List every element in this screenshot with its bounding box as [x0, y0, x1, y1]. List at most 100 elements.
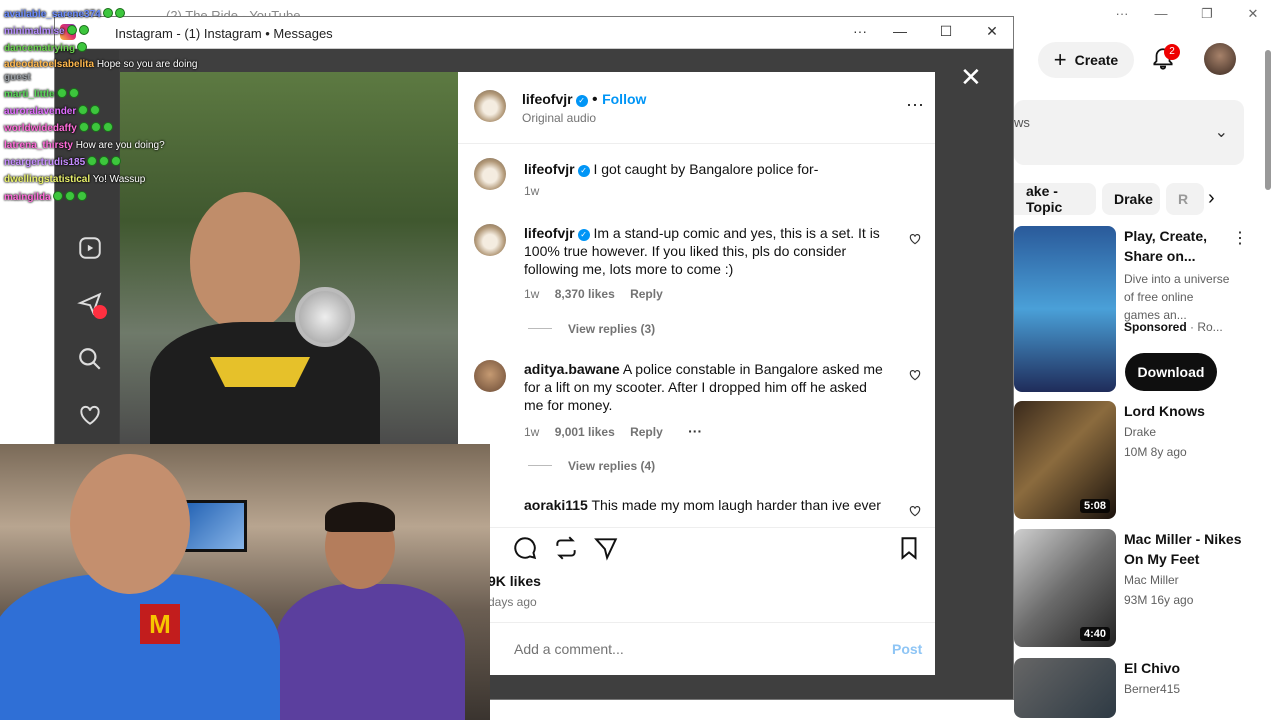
chat-username: dancematrying: [4, 43, 76, 54]
comment-username[interactable]: aoraki115: [524, 497, 588, 513]
video-item[interactable]: El Chivo Berner415: [1014, 658, 1264, 718]
ad-sponsored-label: Sponsored: [1124, 320, 1187, 334]
author-username[interactable]: lifeofvjr: [522, 91, 573, 107]
filter-dropdown-text: ws: [1014, 115, 1030, 130]
author-avatar[interactable]: [474, 90, 506, 122]
chip-more[interactable]: R: [1166, 183, 1204, 215]
caption-username[interactable]: lifeofvjr: [524, 161, 575, 177]
chat-username: auroralavender: [4, 106, 77, 117]
youtube-scrollbar[interactable]: [1264, 50, 1272, 690]
share-icon[interactable]: [593, 535, 619, 561]
reel-video[interactable]: [120, 72, 458, 445]
post-comment-button[interactable]: Post: [892, 641, 922, 657]
close-icon[interactable]: ✕: [1238, 6, 1268, 22]
comment-likes[interactable]: 8,370 likes: [555, 287, 615, 301]
create-button[interactable]: + Create: [1038, 42, 1134, 78]
close-modal-icon[interactable]: ✕: [960, 62, 982, 93]
comment-like-icon[interactable]: [908, 232, 922, 246]
add-comment-input[interactable]: Add a comment...: [514, 641, 624, 657]
video-thumbnail[interactable]: 4:40: [1014, 529, 1116, 647]
emote-icon: [114, 8, 125, 18]
repost-icon[interactable]: [553, 535, 579, 561]
chip-topic[interactable]: ake - Topic: [1014, 183, 1096, 215]
restore-icon[interactable]: ❐: [1192, 6, 1222, 22]
mcdonalds-logo-icon: M: [140, 604, 180, 644]
chat-message: minimalmise: [4, 25, 89, 37]
video-channel[interactable]: Berner415: [1124, 680, 1180, 698]
more-icon[interactable]: ···: [1107, 6, 1137, 21]
video-item[interactable]: 5:08 Lord Knows Drake 10M 8y ago: [1014, 401, 1264, 521]
emote-icon: [68, 88, 79, 98]
follow-button[interactable]: Follow: [602, 91, 646, 107]
chat-username: latrena_thirsty: [4, 140, 73, 151]
caption-avatar[interactable]: [474, 158, 506, 190]
notifications-heart-icon[interactable]: [77, 402, 103, 428]
chat-username: marti_little: [4, 89, 55, 100]
scrollbar-thumb[interactable]: [1265, 50, 1271, 190]
video-duration: 4:40: [1079, 627, 1110, 641]
reply-button[interactable]: Reply: [630, 425, 663, 439]
chat-message: marti_little: [4, 88, 79, 100]
save-icon[interactable]: [896, 535, 922, 561]
view-replies-button[interactable]: View replies (3): [528, 322, 655, 336]
chat-username: guest: [4, 72, 31, 83]
comment: aditya.bawane A police constable in Bang…: [524, 360, 884, 414]
filter-dropdown[interactable]: ws ⌄: [1014, 100, 1244, 165]
more-vert-icon[interactable]: ⋮: [1232, 228, 1248, 248]
chip-drake[interactable]: Drake: [1102, 183, 1160, 215]
video-thumbnail[interactable]: 5:08: [1014, 401, 1116, 519]
emote-icon: [87, 156, 98, 166]
ad-advertiser: Ro...: [1197, 320, 1223, 334]
comment-avatar[interactable]: [474, 224, 506, 256]
instagram-scrollbar[interactable]: [997, 53, 1011, 693]
video-item[interactable]: 4:40 Mac Miller - Nikes On My Feet Mac M…: [1014, 529, 1264, 649]
chat-message: dancematrying: [4, 42, 88, 54]
reply-button[interactable]: Reply: [630, 287, 663, 301]
view-replies-button[interactable]: View replies (4): [528, 459, 655, 473]
chat-message: auroralavender: [4, 105, 101, 117]
chat-text: Yo! Wassup: [92, 174, 146, 185]
comment-avatar[interactable]: [474, 360, 506, 392]
close-icon[interactable]: ✕: [977, 23, 1007, 40]
video-title[interactable]: Mac Miller - Nikes On My Feet: [1124, 529, 1254, 569]
comment: lifeofvjr ✓ Im a stand-up comic and yes, …: [524, 224, 884, 278]
account-avatar[interactable]: [1204, 43, 1236, 75]
reels-icon[interactable]: [77, 235, 103, 261]
audio-label[interactable]: Original audio: [522, 111, 596, 125]
comment-like-icon[interactable]: [908, 504, 922, 518]
video-thumbnail[interactable]: [1014, 658, 1116, 718]
comment-options-icon[interactable]: ···: [688, 423, 702, 439]
emote-icon: [76, 191, 87, 201]
comment-username[interactable]: aditya.bawane: [524, 361, 620, 377]
more-icon[interactable]: ···: [845, 23, 875, 39]
messages-badge: [93, 305, 107, 319]
maximize-icon[interactable]: ☐: [931, 23, 961, 40]
comment-likes[interactable]: 9,001 likes: [555, 425, 615, 439]
emote-icon: [102, 122, 113, 132]
ad-thumbnail[interactable]: [1014, 226, 1116, 392]
chat-text: How are you doing?: [75, 140, 165, 151]
chat-message: guest: [4, 72, 31, 83]
video-channel[interactable]: Drake: [1124, 423, 1156, 441]
ad-title: Play, Create, Share on...: [1124, 228, 1208, 264]
likes-count[interactable]: 9K likes: [488, 573, 541, 589]
minimize-icon[interactable]: —: [885, 23, 915, 39]
ad-download-button[interactable]: Download: [1125, 353, 1217, 391]
comment-icon[interactable]: [512, 535, 538, 561]
comment: aoraki115 This made my mom laugh harder …: [524, 496, 884, 516]
video-title[interactable]: Lord Knows: [1124, 401, 1234, 421]
notifications-button[interactable]: 2: [1150, 44, 1180, 72]
minimize-icon[interactable]: —: [1146, 6, 1176, 21]
comment-like-icon[interactable]: [908, 368, 922, 382]
video-stats: 10M 8y ago: [1124, 445, 1187, 459]
comment-username[interactable]: lifeofvjr: [524, 225, 575, 241]
post-options-icon[interactable]: ···: [906, 94, 924, 115]
video-microphone: [295, 287, 355, 347]
plus-icon: +: [1053, 47, 1067, 72]
emote-icon: [90, 105, 101, 115]
video-channel[interactable]: Mac Miller: [1124, 571, 1179, 589]
video-title[interactable]: El Chivo: [1124, 658, 1234, 678]
chevron-right-icon[interactable]: ›: [1208, 187, 1215, 210]
search-icon[interactable]: [77, 346, 103, 372]
video-stats: 93M 16y ago: [1124, 593, 1194, 607]
